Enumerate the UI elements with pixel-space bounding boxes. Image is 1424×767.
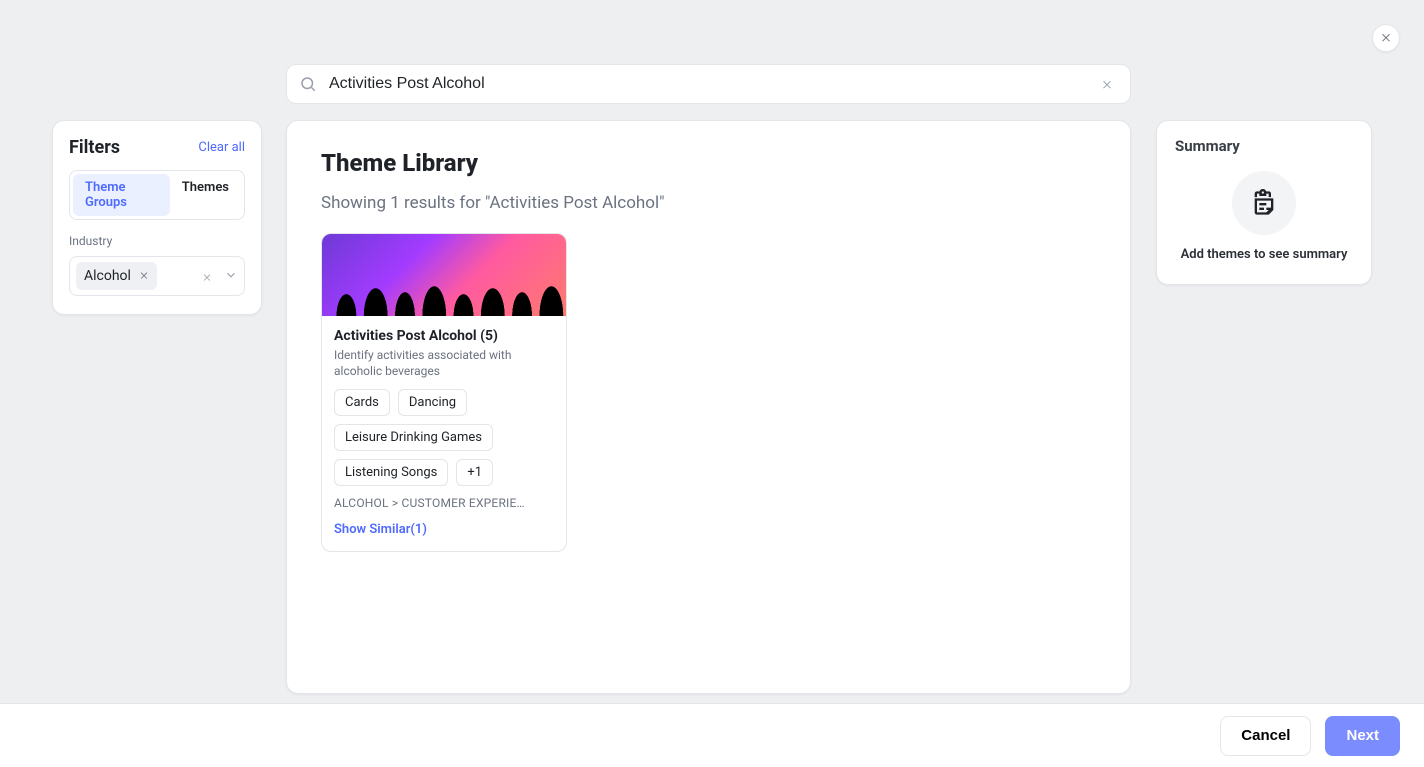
theme-card-description: Identify activities associated with alco… bbox=[334, 348, 554, 379]
summary-title: Summary bbox=[1175, 137, 1353, 155]
filters-header: Filters Clear all bbox=[69, 137, 245, 158]
summary-panel: Summary Add themes to see summary bbox=[1156, 120, 1372, 285]
theme-card-cover bbox=[322, 234, 566, 316]
clipboard-icon bbox=[1232, 171, 1296, 235]
theme-card[interactable]: Activities Post Alcohol (5) Identify act… bbox=[321, 233, 567, 552]
search-input[interactable] bbox=[327, 74, 1096, 94]
industry-select[interactable]: Alcohol bbox=[69, 256, 245, 296]
tab-themes[interactable]: Themes bbox=[170, 174, 241, 216]
page-title: Theme Library bbox=[321, 149, 1096, 177]
theme-card-tags: Cards Dancing Leisure Drinking Games Lis… bbox=[334, 389, 554, 486]
clear-select-button[interactable] bbox=[202, 267, 212, 286]
next-button[interactable]: Next bbox=[1325, 716, 1400, 756]
filters-tabs: Theme Groups Themes bbox=[69, 170, 245, 220]
tag[interactable]: Dancing bbox=[398, 389, 467, 416]
clear-all-filters[interactable]: Clear all bbox=[198, 140, 245, 155]
chevron-down-icon[interactable] bbox=[224, 267, 238, 286]
footer: Cancel Next bbox=[0, 703, 1424, 767]
tab-theme-groups[interactable]: Theme Groups bbox=[73, 174, 170, 216]
tag[interactable]: Listening Songs bbox=[334, 459, 448, 486]
theme-library-modal: Filters Clear all Theme Groups Themes In… bbox=[0, 0, 1424, 767]
close-icon bbox=[1101, 75, 1113, 94]
theme-card-body: Activities Post Alcohol (5) Identify act… bbox=[322, 316, 566, 551]
remove-chip-button[interactable] bbox=[139, 268, 149, 284]
summary-icon-wrap bbox=[1175, 171, 1353, 235]
industry-chip: Alcohol bbox=[76, 262, 157, 290]
close-icon bbox=[1380, 31, 1392, 46]
clear-search-button[interactable] bbox=[1096, 73, 1118, 95]
search-bar bbox=[286, 64, 1131, 104]
search-icon bbox=[299, 75, 317, 93]
tag[interactable]: Cards bbox=[334, 389, 390, 416]
theme-library-panel: Theme Library Showing 1 results for "Act… bbox=[286, 120, 1131, 694]
tag[interactable]: Leisure Drinking Games bbox=[334, 424, 493, 451]
tag-overflow[interactable]: +1 bbox=[456, 459, 493, 486]
filters-title: Filters bbox=[69, 137, 120, 158]
results-count: Showing 1 results for "Activities Post A… bbox=[321, 193, 1096, 213]
filters-panel: Filters Clear all Theme Groups Themes In… bbox=[52, 120, 262, 315]
show-similar-link[interactable]: Show Similar(1) bbox=[334, 522, 427, 537]
industry-chip-label: Alcohol bbox=[84, 268, 131, 284]
close-button[interactable] bbox=[1372, 24, 1400, 52]
theme-card-breadcrumb: ALCOHOL > CUSTOMER EXPERIE… bbox=[334, 496, 554, 510]
industry-label: Industry bbox=[69, 234, 245, 248]
theme-card-title: Activities Post Alcohol (5) bbox=[334, 328, 554, 344]
cancel-button[interactable]: Cancel bbox=[1220, 716, 1311, 756]
summary-hint: Add themes to see summary bbox=[1175, 247, 1353, 262]
